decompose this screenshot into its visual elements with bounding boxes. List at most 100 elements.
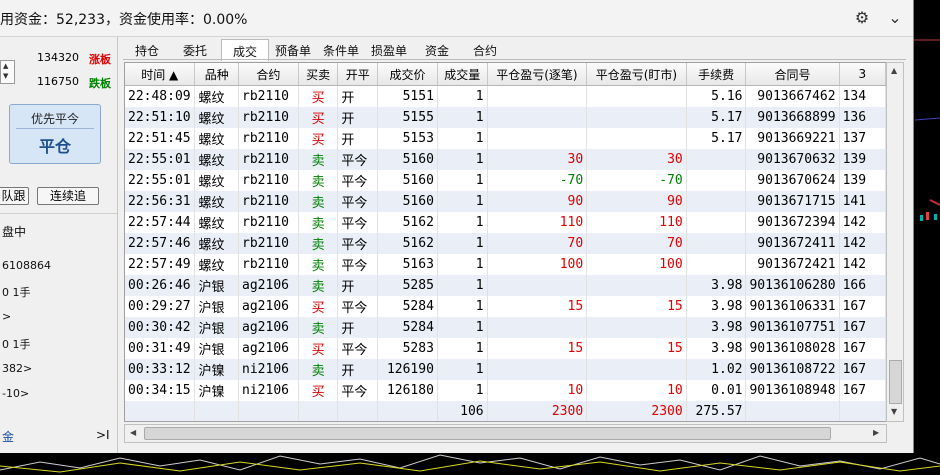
cell-pnl-trade [487,275,588,296]
tab-trades[interactable]: 成交 [221,39,269,61]
account-number: 6108864 [2,259,51,272]
scroll-up-icon[interactable]: ▲ [891,66,897,75]
cell-extra: 167 [839,359,886,380]
table-row[interactable]: 22:57:46 螺纹 rb2110 卖平今 5162 1 70 70 9013672411 14… [125,233,886,254]
table-row[interactable]: 22:51:45 螺纹 rb2110 买开 5153 1 5.17 9013669221 137 [125,128,886,149]
close-priority-button[interactable]: 优先平今 平仓 [9,104,101,164]
arrow-up-icon[interactable]: ▲ [3,62,8,70]
cell-fee: 3.98 [686,275,747,296]
column-header-product[interactable]: 品种 [194,63,240,86]
cell-price: 126180 [377,380,438,401]
cell-pnl-trade: 100 [487,254,588,275]
table-row[interactable]: 22:55:01 螺纹 rb2110 卖平今 5160 1 -70 -70 9013670624… [125,170,886,191]
cell-time: 00:30:42 [125,317,196,338]
table-row[interactable]: 22:56:31 螺纹 rb2110 卖平今 5160 1 90 90 9013671715 14… [125,191,886,212]
column-header-extra[interactable]: 3 [839,63,886,86]
table-row[interactable]: 22:57:49 螺纹 rb2110 卖平今 5163 1 100 100 9013672421… [125,254,886,275]
table-header: 时间 ▲ 品种 合约 买卖 开平 成交价 成交量 平仓盈亏(逐笔) 平仓盈亏(盯… [125,63,886,86]
tab-positions[interactable]: 持仓 [123,42,171,60]
cell-fee: 5.17 [686,128,747,149]
column-header-side[interactable]: 买卖 [298,63,339,86]
cell-side: 卖 [298,191,339,212]
cell-extra: 142 [839,254,886,275]
column-header-pnl-mark[interactable]: 平仓盈亏(盯市) [586,63,687,86]
table-row[interactable]: 22:48:09 螺纹 rb2110 买开 5151 1 5.16 9013667462 134 [125,85,886,107]
empty-cell [839,401,886,421]
chevron-down-icon[interactable]: ⌄ [886,9,904,27]
column-header-fee[interactable]: 手续费 [686,63,747,86]
cell-open-close: 平今 [337,380,379,401]
cell-time: 00:31:49 [125,338,196,359]
tab-funds[interactable]: 资金 [413,42,461,60]
gear-icon[interactable]: ⚙ [853,9,871,27]
vertical-scroll-thumb[interactable] [889,360,902,404]
limit-up-row[interactable]: 134320 涨板 [0,49,117,67]
cell-fee [686,233,747,254]
vertical-scrollbar[interactable]: ▲ ▼ [886,62,904,422]
scroll-down-icon[interactable]: ▼ [891,407,897,416]
column-header-open-close[interactable]: 开平 [337,63,379,86]
funds-link[interactable]: 金 [2,428,14,445]
cell-order-id: 9013667462 [745,85,840,107]
trades-table: 时间 ▲ 品种 合约 买卖 开平 成交价 成交量 平仓盈亏(逐笔) 平仓盈亏(盯… [124,62,887,422]
expand-icon[interactable]: >I [96,428,110,442]
column-header-order-id[interactable]: 合同号 [745,63,840,86]
cell-contract: ag2106 [238,296,299,317]
cell-volume: 1 [437,317,488,338]
table-row[interactable]: 00:26:46 沪银 ag2106 卖开 5285 1 3.98 90136106280 16… [125,275,886,296]
table-row[interactable]: 00:31:49 沪银 ag2106 买平今 5283 1 15 15 3.98 90136108… [125,338,886,359]
table-row[interactable]: 00:29:27 沪银 ag2106 买平今 5284 1 15 15 3.98 90136106… [125,296,886,317]
horizontal-scrollbar[interactable]: ◀ ▶ [124,424,887,443]
tab-conditional-orders[interactable]: 条件单 [317,42,365,60]
cell-contract: rb2110 [238,170,299,191]
cell-price: 5284 [377,296,438,317]
scroll-right-icon[interactable]: ▶ [873,428,879,437]
table-row[interactable]: 00:33:12 沪镍 ni2106 卖开 126190 1 1.02 90136108722… [125,359,886,380]
empty-cell [377,401,438,421]
continue-chase-button[interactable]: 连续追 [37,187,99,205]
table-row[interactable]: 00:30:42 沪银 ag2106 卖开 5284 1 3.98 90136107751 16… [125,317,886,338]
column-header-pnl-trade[interactable]: 平仓盈亏(逐笔) [487,63,588,86]
column-header-time[interactable]: 时间 ▲ [125,63,196,86]
table-row[interactable]: 22:57:44 螺纹 rb2110 卖平今 5162 1 110 110 9013672394… [125,212,886,233]
cell-pnl-mark [586,359,687,380]
horizontal-scroll-thumb[interactable] [144,427,831,440]
scroll-left-icon[interactable]: ◀ [130,428,136,437]
column-header-price[interactable]: 成交价 [377,63,438,86]
tab-contracts[interactable]: 合约 [461,42,509,60]
follow-button[interactable]: 队跟 [0,187,29,205]
cell-side: 买 [298,296,339,317]
limit-down-row[interactable]: 116750 跌板 [0,73,117,91]
cell-volume: 1 [437,233,488,254]
table-row[interactable]: 00:34:15 沪镍 ni2106 买平今 126180 1 10 10 0.01 901361… [125,380,886,401]
tab-prepared-orders[interactable]: 预备单 [269,42,317,60]
cell-side: 买 [298,338,339,359]
tab-orders[interactable]: 委托 [171,42,219,60]
column-header-contract[interactable]: 合约 [238,63,299,86]
cell-price: 5160 [377,191,438,212]
cell-pnl-trade: 90 [487,191,588,212]
cell-extra: 167 [839,317,886,338]
cell-volume: 1 [437,85,488,107]
column-header-volume[interactable]: 成交量 [437,63,488,86]
tab-stop-orders[interactable]: 损盈单 [365,42,413,60]
cell-pnl-mark: 15 [586,338,687,359]
table-row[interactable]: 22:55:01 螺纹 rb2110 卖平今 5160 1 30 30 9013670632 13… [125,149,886,170]
cell-fee: 5.17 [686,107,747,128]
cell-fee: 3.98 [686,296,747,317]
close-position-label: 平仓 [38,137,71,156]
cell-order-id: 90136106331 [745,296,840,317]
empty-cell [125,401,196,421]
cell-time: 22:56:31 [125,191,196,212]
cell-pnl-trade: 110 [487,212,588,233]
cell-extra: 134 [839,85,886,107]
cell-product: 螺纹 [194,107,240,128]
position-line-1: 0 1手 [2,286,31,299]
cell-pnl-trade: 30 [487,149,588,170]
trade-window: 用资金：52,233，资金使用率：0.00% ⚙ ⌄ 134320 涨板 ▲ ▼… [0,0,914,453]
cell-order-id: 9013670632 [745,149,840,170]
cell-side: 卖 [298,275,339,296]
cell-side: 买 [298,380,339,401]
cell-open-close: 开 [337,359,379,380]
table-row[interactable]: 22:51:10 螺纹 rb2110 买开 5155 1 5.17 9013668899 136 [125,107,886,128]
